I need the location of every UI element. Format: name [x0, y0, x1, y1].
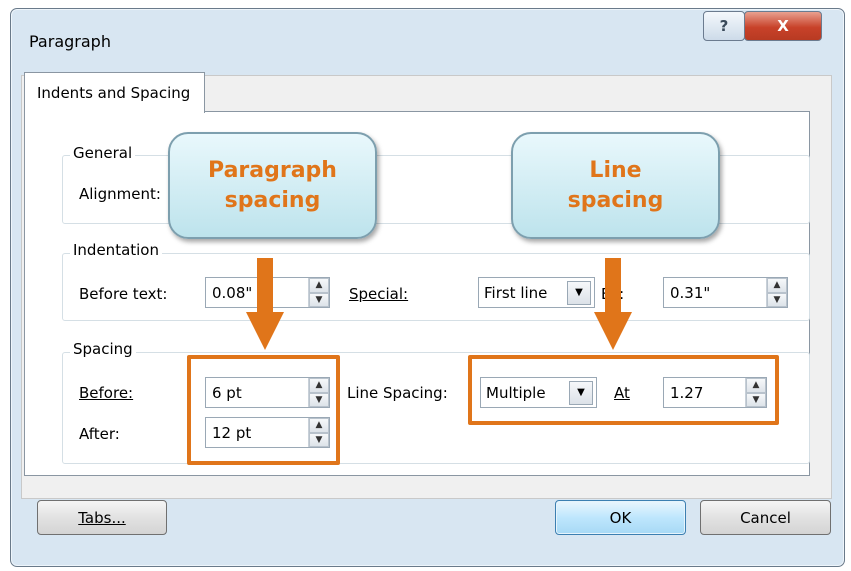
indentation-group-label: Indentation	[70, 241, 162, 259]
alignment-label: Alignment:	[79, 185, 161, 203]
callout-line-1: Line	[589, 157, 642, 183]
tabs-button[interactable]: Tabs...	[37, 500, 167, 535]
cancel-button[interactable]: Cancel	[700, 500, 831, 535]
line-spacing-highlight	[468, 355, 779, 425]
paragraph-spacing-arrow-icon	[246, 258, 284, 350]
after-label: After:	[79, 425, 120, 443]
chevron-down-icon[interactable]: ▼	[567, 280, 591, 305]
cancel-button-label: Cancel	[740, 508, 791, 527]
special-dropdown[interactable]: First line ▼	[478, 277, 595, 308]
line-spacing-callout-text: Line spacing	[568, 156, 664, 216]
callout-line-2: spacing	[224, 187, 321, 213]
paragraph-spacing-callout: Paragraph spacing	[168, 132, 377, 239]
line-spacing-arrow-icon	[594, 258, 632, 350]
dialog-title: Paragraph	[29, 32, 111, 51]
special-label: Special:	[349, 285, 409, 303]
spin-down-icon[interactable]: ▼	[309, 292, 329, 307]
before-text-spin-buttons[interactable]: ▲ ▼	[308, 278, 329, 307]
tabs-button-label: Tabs...	[78, 508, 126, 527]
line-spacing-callout: Line spacing	[511, 132, 720, 239]
by-value: 0.31"	[670, 283, 711, 302]
general-group-label: General	[70, 144, 136, 162]
line-spacing-label: Line Spacing:	[347, 384, 448, 402]
spin-up-icon[interactable]: ▲	[767, 278, 787, 293]
special-value: First line	[484, 283, 548, 302]
tab-label: Indents and Spacing	[37, 84, 191, 102]
paragraph-spacing-callout-text: Paragraph spacing	[208, 156, 337, 216]
by-spin-buttons[interactable]: ▲ ▼	[766, 278, 787, 307]
ok-button-label: OK	[609, 508, 632, 527]
ok-button[interactable]: OK	[555, 500, 686, 535]
before-text-label: Before text:	[79, 285, 168, 303]
help-button[interactable]: ?	[703, 11, 745, 41]
spin-up-icon[interactable]: ▲	[309, 278, 329, 293]
title-bar: Paragraph ? X	[11, 9, 844, 64]
spin-down-icon[interactable]: ▼	[767, 292, 787, 307]
callout-line-2: spacing	[567, 187, 664, 213]
paragraph-spacing-highlight	[187, 355, 340, 465]
callout-line-1: Paragraph	[208, 157, 337, 183]
before-label: Before:	[79, 384, 134, 402]
spacing-group-label: Spacing	[70, 340, 136, 358]
by-spinner[interactable]: 0.31" ▲ ▼	[663, 277, 788, 308]
close-button[interactable]: X	[744, 11, 822, 41]
tab-indents-and-spacing[interactable]: Indents and Spacing	[24, 72, 206, 113]
